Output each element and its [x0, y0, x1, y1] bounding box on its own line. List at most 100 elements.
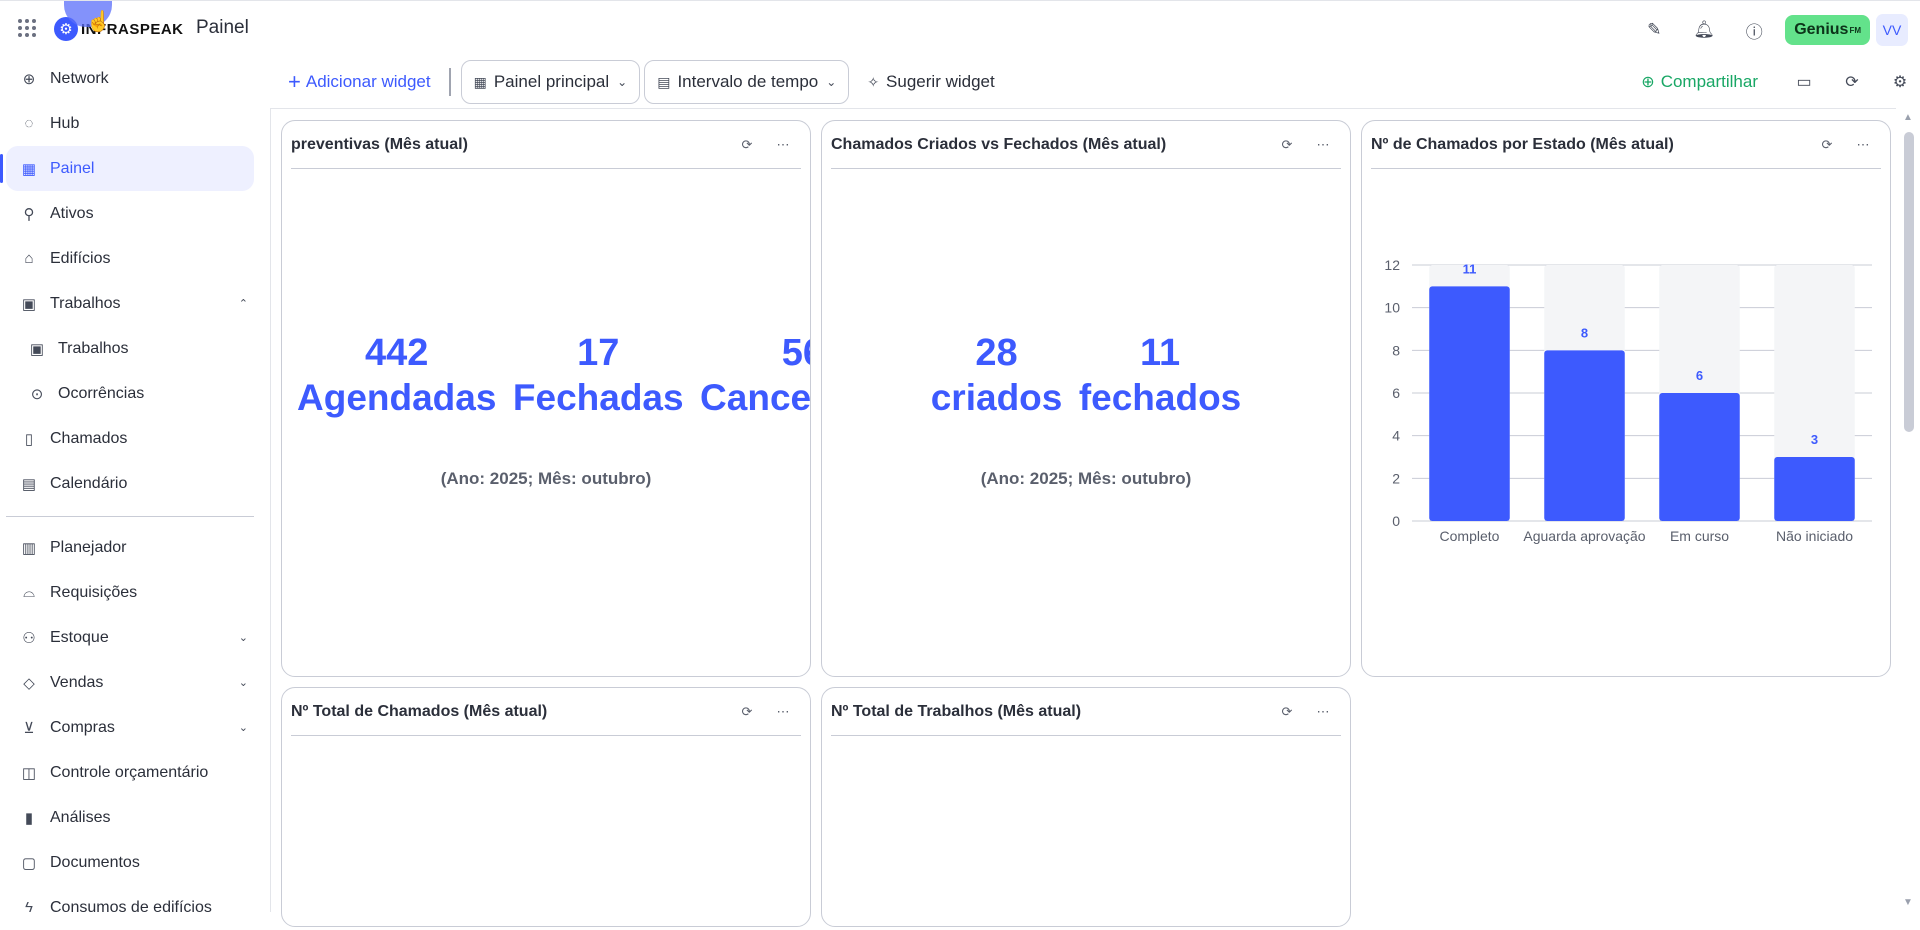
calendar-icon: ▤: [657, 73, 671, 90]
widget-header: Nº Total de Chamados (Mês atual) ⟳ ⋯: [291, 688, 801, 736]
suggest-widget-button[interactable]: ✧ Sugerir widget: [867, 72, 994, 92]
sidebar-item-network[interactable]: ⊕ Network: [0, 56, 262, 101]
y-tick-label: 12: [1384, 257, 1400, 273]
sidebar-item-label: Controle orçamentário: [50, 763, 209, 781]
data-label: 8: [1581, 325, 1588, 340]
sidebar-item-label: Análises: [50, 808, 111, 826]
works-icon: ▣: [29, 340, 45, 358]
budget-icon: ◫: [21, 764, 37, 782]
sidebar-item-documentos[interactable]: ▢ Documentos: [0, 840, 262, 885]
sidebar-item-label: Hub: [50, 114, 80, 132]
sidebar-item-label: Trabalhos: [50, 294, 121, 312]
scroll-down-icon[interactable]: ▼: [1903, 897, 1913, 908]
occurrence-icon: ⊙: [30, 385, 44, 403]
building-icon: ⌂: [24, 250, 34, 267]
sidebar-item-compras[interactable]: ⊻ Compras ⌄: [0, 705, 262, 750]
widget-title: Nº Total de Trabalhos (Mês atual): [831, 702, 1082, 720]
y-tick-label: 0: [1392, 513, 1400, 529]
sidebar: ⊕ Network ◌ Hub ▦ Painel ⚲ Ativos ⌂ Edifícios…: [0, 56, 262, 916]
sidebar-item-hub[interactable]: ◌ Hub: [0, 101, 262, 146]
sidebar-item-analises[interactable]: ▮ Análises: [0, 795, 262, 840]
sidebar-item-ativos[interactable]: ⚲ Ativos: [0, 191, 262, 236]
party-icon[interactable]: ✎: [1637, 13, 1671, 47]
sidebar-item-trabalhos[interactable]: ▣ Trabalhos ⌃: [0, 281, 262, 326]
refresh-icon[interactable]: ⟳: [1275, 133, 1299, 157]
ticket-icon: ▯: [24, 430, 34, 448]
more-icon[interactable]: ⋯: [771, 133, 795, 157]
bar: [1774, 457, 1855, 521]
more-icon[interactable]: ⋯: [1311, 700, 1335, 724]
more-icon[interactable]: ⋯: [1851, 133, 1875, 157]
widget-title: Chamados Criados vs Fechados (Mês atual): [831, 135, 1167, 153]
sidebar-divider: [6, 516, 254, 517]
sidebar-item-vendas[interactable]: ◇ Vendas ⌄: [0, 660, 262, 705]
kpi-label: criados: [930, 377, 1063, 418]
top-bar: ⚙ INFRASPEAK ☝ Painel ✎ 🔔︎ ⓘ Genius FM VV: [0, 0, 1920, 56]
sidebar-item-estoque[interactable]: ⚇ Estoque ⌄: [0, 615, 262, 660]
refresh-icon[interactable]: ⟳: [1832, 62, 1872, 102]
y-tick-label: 10: [1384, 300, 1400, 316]
sidebar-item-consumos[interactable]: ϟ Consumos de edifícios: [0, 885, 262, 930]
scroll-up-icon[interactable]: ▲: [1903, 112, 1913, 123]
kpi-value: 442: [365, 332, 429, 374]
widget-header: Nº de Chamados por Estado (Mês atual) ⟳ …: [1371, 121, 1881, 169]
sidebar-item-label: Calendário: [50, 474, 128, 492]
settings-sliders-icon[interactable]: ⚙: [1880, 62, 1920, 102]
sidebar-item-label: Ativos: [50, 204, 94, 222]
kpi-row: 442 Agendadas 17 Fechadas 56 Canceladas: [282, 331, 810, 431]
sidebar-item-controle-orcamentario[interactable]: ◫ Controle orçamentário: [0, 750, 262, 795]
avatar[interactable]: VV: [1876, 14, 1908, 46]
more-icon[interactable]: ⋯: [771, 700, 795, 724]
chevron-down-icon[interactable]: ⌄: [239, 721, 248, 734]
bar: [1429, 286, 1510, 521]
sidebar-item-chamados[interactable]: ▯ Chamados: [0, 416, 262, 461]
sidebar-subitem-trabalhos[interactable]: ▣ Trabalhos: [0, 326, 262, 371]
y-tick-label: 2: [1392, 470, 1400, 486]
widget-total-tickets: Nº Total de Chamados (Mês atual) ⟳ ⋯: [281, 687, 811, 927]
sidebar-item-planejador[interactable]: ▥ Planejador: [0, 525, 262, 570]
refresh-icon[interactable]: ⟳: [735, 700, 759, 724]
widget-header: Nº Total de Trabalhos (Mês atual) ⟳ ⋯: [831, 688, 1341, 736]
sidebar-item-calendario[interactable]: ▤ Calendário: [0, 461, 262, 506]
genius-button[interactable]: Genius FM: [1785, 15, 1870, 45]
sidebar-item-requisicoes[interactable]: ⌓ Requisições: [0, 570, 262, 615]
scrollbar-thumb[interactable]: [1904, 132, 1914, 432]
planner-icon: ▥: [21, 539, 37, 557]
add-widget-button[interactable]: + Adicionar widget: [288, 71, 431, 93]
share-label: Compartilhar: [1660, 72, 1758, 91]
widget-title: preventivas (Mês atual): [291, 135, 468, 153]
suggest-widget-label: Sugerir widget: [886, 72, 995, 91]
refresh-icon[interactable]: ⟳: [1275, 700, 1299, 724]
share-button[interactable]: ⊕ Compartilhar: [1641, 72, 1758, 92]
widget-total-works: Nº Total de Trabalhos (Mês atual) ⟳ ⋯: [821, 687, 1351, 927]
analytics-icon: ▮: [24, 809, 34, 827]
works-icon: ▣: [21, 295, 37, 313]
refresh-icon[interactable]: ⟳: [735, 133, 759, 157]
sidebar-item-edificios[interactable]: ⌂ Edifícios: [0, 236, 262, 281]
network-icon: ⊕: [22, 70, 36, 88]
data-label: 11: [1463, 261, 1477, 276]
kpi-label: fechados: [1078, 377, 1242, 418]
page-scrollbar[interactable]: ▲ ▼: [1896, 108, 1920, 912]
x-tick-label: Completo: [1440, 528, 1500, 544]
dashboard-select-label: Painel principal: [493, 72, 610, 91]
documents-icon: ▢: [21, 854, 37, 872]
y-tick-label: 8: [1392, 342, 1400, 358]
bell-icon[interactable]: 🔔︎: [1687, 13, 1721, 47]
chevron-down-icon: ⌄: [826, 75, 837, 89]
x-tick-label: Em curso: [1670, 528, 1729, 544]
chevron-up-icon[interactable]: ⌃: [239, 297, 248, 310]
monitor-icon[interactable]: ▭: [1784, 62, 1824, 102]
refresh-icon[interactable]: ⟳: [1815, 133, 1839, 157]
help-icon[interactable]: ⓘ: [1737, 13, 1771, 47]
sidebar-item-painel[interactable]: ▦ Painel: [0, 146, 254, 191]
sidebar-subitem-ocorrencias[interactable]: ⊙ Ocorrências: [0, 371, 262, 416]
dashboard-icon: ▦: [473, 73, 487, 90]
chevron-down-icon[interactable]: ⌄: [239, 676, 248, 689]
chevron-down-icon[interactable]: ⌄: [239, 631, 248, 644]
time-interval-select[interactable]: ▤ Intervalo de tempo ⌄: [644, 60, 850, 104]
data-label: 3: [1811, 432, 1818, 447]
app-grid-icon[interactable]: [18, 19, 36, 37]
more-icon[interactable]: ⋯: [1311, 133, 1335, 157]
dashboard-select[interactable]: ▦ Painel principal ⌄: [460, 60, 641, 104]
